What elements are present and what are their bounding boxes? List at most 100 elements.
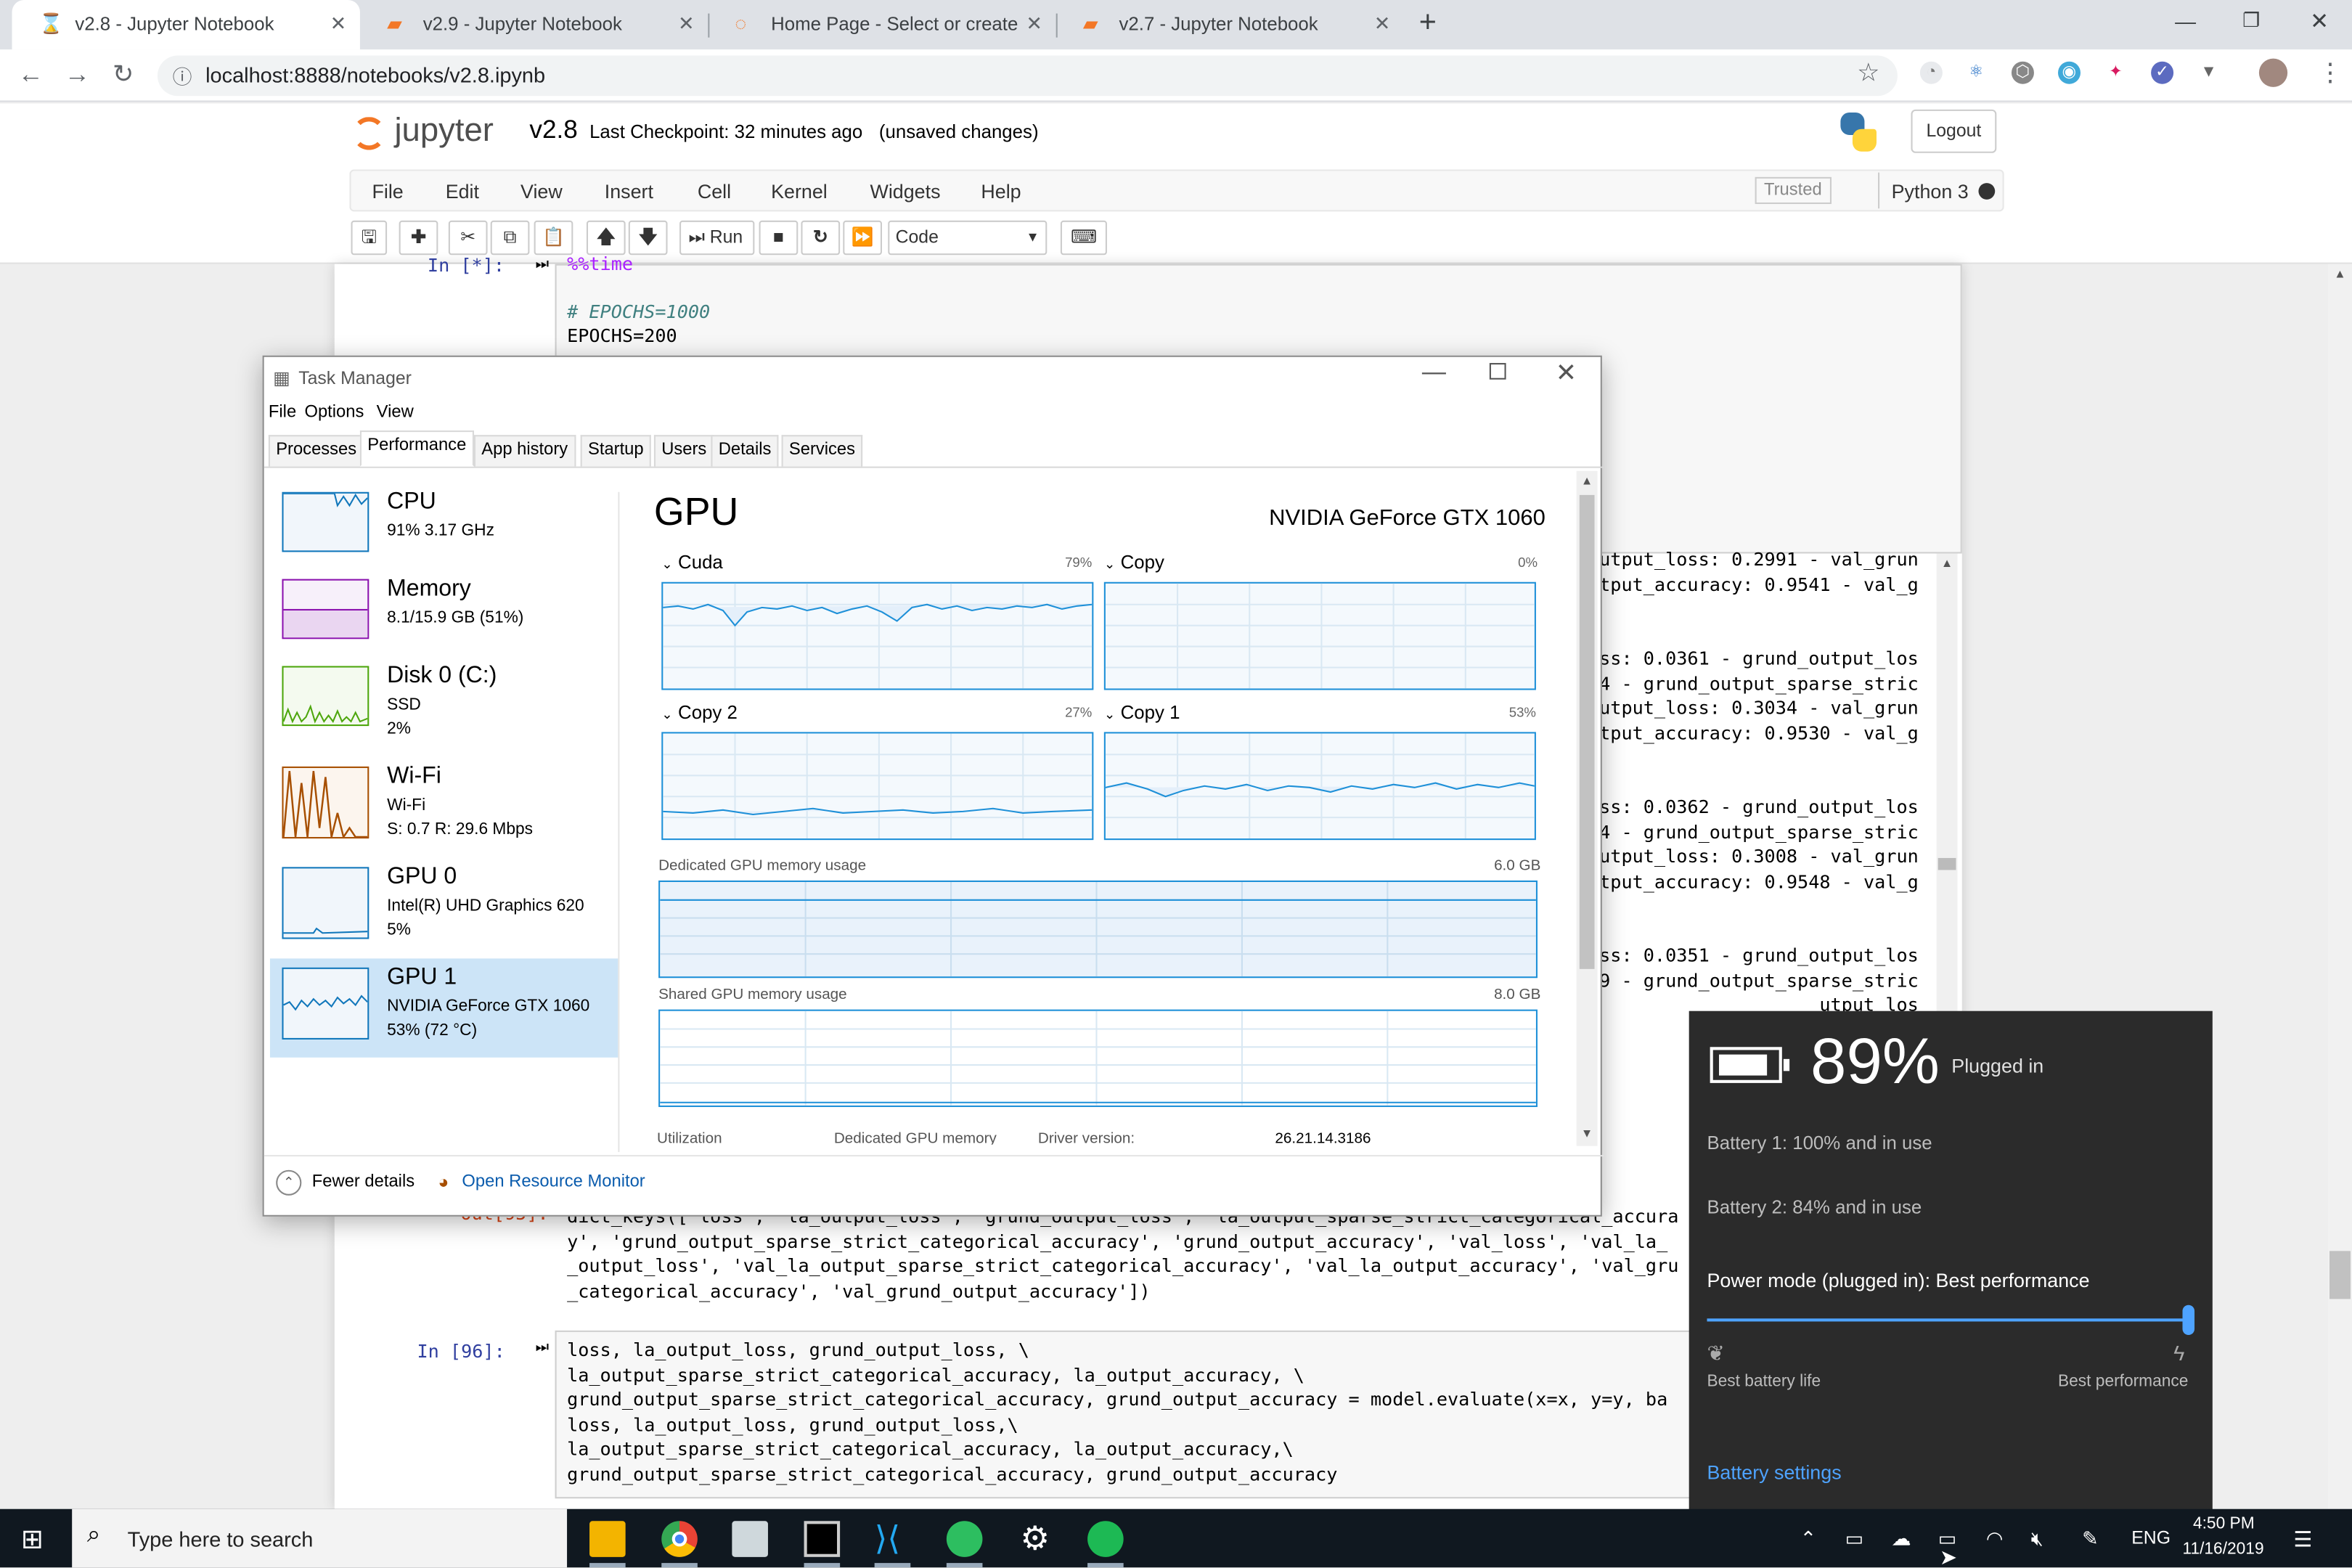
onedrive-cloud-icon[interactable]: ☁ xyxy=(1892,1527,1911,1551)
logout-button[interactable]: Logout xyxy=(1911,109,1997,153)
bookmark-star-icon[interactable]: ☆ xyxy=(1857,59,1880,89)
menu-options[interactable]: Options xyxy=(304,404,364,422)
extension-icon[interactable]: ⬡ xyxy=(2011,61,2034,84)
save-icon[interactable]: 🖫 xyxy=(351,220,388,256)
panel-scrollbar[interactable]: ▲ ▼ xyxy=(1576,470,1598,1146)
keyboard-icon[interactable]: ⌨ xyxy=(1060,220,1107,256)
sidebar-item-memory[interactable]: Memory 8.1/15.9 GB (51%) xyxy=(270,570,618,669)
move-down-icon[interactable]: 🡇 xyxy=(628,220,668,256)
avatar[interactable] xyxy=(2258,58,2288,87)
restart-icon[interactable]: ↻ xyxy=(801,220,841,256)
address-bar[interactable]: ⓘ localhost:8888/notebooks/v2.8.ipynb ☆ xyxy=(157,55,1898,97)
menu-view[interactable]: View xyxy=(377,404,414,422)
cell-type-select[interactable]: Code ▼ xyxy=(888,220,1048,256)
sidebar-item-disk[interactable]: Disk 0 (C:) SSD 2% xyxy=(270,657,618,756)
search-box[interactable]: ⌕ Type here to search xyxy=(72,1508,568,1568)
extension-icon[interactable]: ◉ xyxy=(2058,61,2081,84)
menu-file[interactable]: File xyxy=(269,404,296,422)
scroll-up-icon[interactable]: ▲ xyxy=(1941,557,1953,571)
menu-widgets[interactable]: Widgets xyxy=(870,180,940,203)
engine-cuda-label[interactable]: ⌄ Cuda xyxy=(661,552,723,573)
slider-thumb[interactable] xyxy=(2182,1304,2195,1336)
close-tab-icon[interactable]: ✕ xyxy=(1374,12,1391,36)
close-tab-icon[interactable]: ✕ xyxy=(330,12,347,36)
terminal-icon[interactable] xyxy=(804,1521,841,1557)
chrome-icon[interactable] xyxy=(661,1521,698,1557)
fast-forward-icon[interactable]: ⏩ xyxy=(843,220,883,256)
scroll-thumb[interactable] xyxy=(1937,857,1956,870)
sidebar-item-cpu[interactable]: CPU 91% 3.17 GHz xyxy=(270,483,618,581)
menu-file[interactable]: File xyxy=(372,180,403,203)
tab-home-page[interactable]: ◌ Home Page - Select or create a n ✕ xyxy=(708,0,1055,49)
move-up-icon[interactable]: 🡅 xyxy=(586,220,626,256)
scroll-down-icon[interactable]: ▼ xyxy=(1581,1127,1593,1140)
menu-help[interactable]: Help xyxy=(981,180,1021,203)
clock-time[interactable]: 4:50 PM xyxy=(2193,1515,2255,1533)
app-icon[interactable] xyxy=(732,1521,768,1557)
tab-processes[interactable]: Processes xyxy=(268,435,364,467)
sidebar-item-wifi[interactable]: Wi-Fi Wi-Fi S: 0.7 R: 29.6 Mbps xyxy=(270,757,618,856)
scroll-thumb[interactable] xyxy=(1579,494,1595,969)
menu-kernel[interactable]: Kernel xyxy=(771,180,828,203)
check-badge-icon[interactable]: ✓ xyxy=(2151,61,2174,84)
speaker-muted-icon[interactable]: 🔇︎ xyxy=(2031,1527,2043,1551)
menu-view[interactable]: View xyxy=(520,180,563,203)
restore-window-button[interactable]: ❐ xyxy=(2242,9,2260,33)
copy-icon[interactable]: ⧉ xyxy=(490,220,530,256)
chevron-up-icon[interactable]: ⌃ xyxy=(276,1169,302,1196)
minimize-window-button[interactable]: — xyxy=(2175,9,2196,33)
tab-users[interactable]: Users xyxy=(653,435,714,467)
battery-settings-link[interactable]: Battery settings xyxy=(1707,1461,1841,1484)
info-icon[interactable]: ⓘ xyxy=(173,62,192,90)
scroll-up-icon[interactable]: ▲ xyxy=(1581,474,1593,488)
tab-services[interactable]: Services xyxy=(781,435,863,467)
engine-copy2-label[interactable]: ⌄ Copy 2 xyxy=(661,702,738,723)
menu-insert[interactable]: Insert xyxy=(605,180,653,203)
spotify-icon[interactable] xyxy=(1087,1521,1124,1557)
tab-v2-9[interactable]: ▰ v2.9 - Jupyter Notebook ✕ xyxy=(360,0,708,49)
run-button[interactable]: ⏭ Run xyxy=(679,220,755,256)
power-mode-slider[interactable] xyxy=(1707,1304,2195,1336)
vscode-icon[interactable]: ⟩⟨ xyxy=(875,1520,911,1557)
fewer-details-link[interactable]: Fewer details xyxy=(312,1173,415,1191)
run-cell-icon[interactable]: ⏭ xyxy=(536,1339,550,1356)
display-icon[interactable]: ▭ xyxy=(1845,1527,1863,1551)
output-scrollbar[interactable]: ▲ xyxy=(1936,553,1958,1034)
close-tab-icon[interactable]: ✕ xyxy=(678,12,695,36)
tab-app-history[interactable]: App history xyxy=(473,435,576,467)
notebook-name[interactable]: v2.8 xyxy=(529,115,577,145)
maximize-button[interactable] xyxy=(1489,363,1506,380)
pen-icon[interactable]: ✎ xyxy=(2082,1527,2099,1551)
cut-icon[interactable]: ✂ xyxy=(448,220,488,256)
tab-startup[interactable]: Startup xyxy=(580,435,651,467)
open-resource-monitor-link[interactable]: Open Resource Monitor xyxy=(462,1173,645,1191)
stop-icon[interactable]: ■ xyxy=(759,220,799,256)
close-tab-icon[interactable]: ✕ xyxy=(1026,12,1042,36)
menu-cell[interactable]: Cell xyxy=(698,180,731,203)
graphql-icon[interactable]: ✦ xyxy=(2104,61,2128,84)
tab-v2-8[interactable]: ⌛ v2.8 - Jupyter Notebook ✕ xyxy=(12,0,360,50)
language-indicator[interactable]: ENG xyxy=(2131,1527,2171,1548)
tab-performance[interactable]: Performance xyxy=(359,430,474,467)
sidebar-item-gpu1[interactable]: GPU 1 NVIDIA GeForce GTX 1060 53% (72 °C… xyxy=(269,958,618,1058)
tab-v2-7[interactable]: ▰ v2.7 - Jupyter Notebook ✕ xyxy=(1056,0,1404,49)
scroll-thumb[interactable] xyxy=(2329,1251,2351,1299)
run-cell-icon[interactable]: ⏭ xyxy=(536,256,550,273)
insert-cell-icon[interactable]: ✚ xyxy=(399,220,438,256)
reload-icon[interactable]: ↻ xyxy=(113,60,134,90)
react-icon[interactable]: ⚛ xyxy=(1964,61,1988,84)
back-arrow-icon[interactable]: ← xyxy=(18,60,44,90)
kebab-menu-icon[interactable]: ⋮ xyxy=(2317,59,2343,89)
close-button[interactable]: ✕ xyxy=(1556,359,1577,388)
engine-copy-label[interactable]: ⌄ Copy xyxy=(1104,552,1164,573)
forward-arrow-icon[interactable]: → xyxy=(65,60,90,90)
notification-icon[interactable]: ☰ xyxy=(2293,1527,2312,1553)
scroll-up-icon[interactable]: ▲ xyxy=(2334,267,2345,281)
settings-gear-icon[interactable]: ⚙ xyxy=(1017,1520,1053,1557)
chevron-up-icon[interactable]: ⌃ xyxy=(1800,1527,1817,1551)
wifi-icon[interactable]: ◠ xyxy=(1986,1527,2003,1551)
sidebar-item-gpu0[interactable]: GPU 0 Intel(R) UHD Graphics 620 5% xyxy=(270,858,618,957)
vue-icon[interactable]: ▼ xyxy=(2197,61,2221,84)
tab-details[interactable]: Details xyxy=(711,435,779,467)
clock-date[interactable]: 11/16/2019 xyxy=(2183,1540,2264,1559)
